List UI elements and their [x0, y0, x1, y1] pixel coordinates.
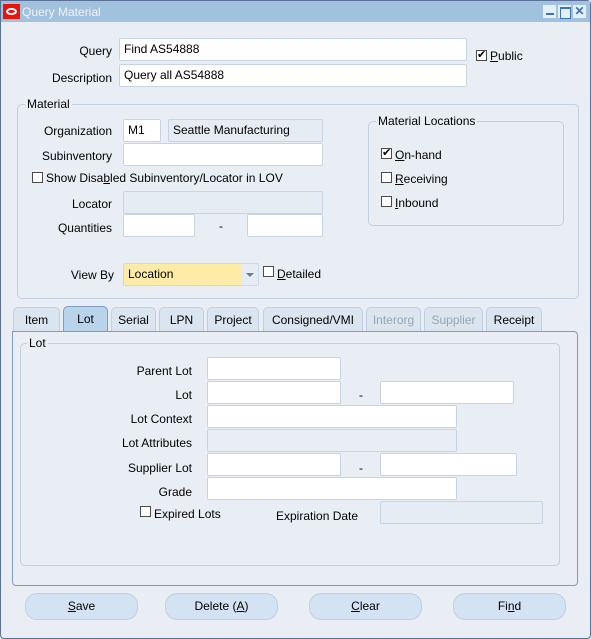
- lot-context-label: Lot Context: [130, 412, 192, 426]
- receiving-mnemonic: R: [395, 172, 404, 186]
- query-field[interactable]: Find AS54888: [119, 38, 467, 61]
- expiration-date-field: [380, 501, 543, 524]
- lot-from-field[interactable]: [207, 381, 341, 404]
- expiration-date-label: Expiration Date: [276, 509, 359, 523]
- find-button[interactable]: Find: [453, 593, 566, 620]
- tab-interorg: Interorg: [366, 307, 421, 331]
- query-material-window: Query Material ✕ Query Find AS54888 Publ…: [0, 0, 591, 639]
- supplier-lot-to-field[interactable]: [380, 453, 517, 476]
- receiving-checkbox[interactable]: [381, 172, 392, 183]
- quantities-to-field[interactable]: [247, 214, 323, 237]
- view-by-label: View By: [70, 268, 114, 282]
- parent-lot-label: Parent Lot: [136, 364, 192, 378]
- lot-range-dash: -: [359, 388, 363, 402]
- show-disabled-text-b: led Subinventory/Locator in LOV: [110, 171, 283, 185]
- view-by-select[interactable]: Location: [123, 263, 259, 286]
- supplier-lot-label: Supplier Lot: [127, 461, 192, 475]
- grade-label: Grade: [158, 485, 192, 499]
- lot-attributes-field[interactable]: [207, 429, 457, 452]
- find-label-b: d: [514, 599, 522, 613]
- minimize-icon[interactable]: [543, 5, 556, 18]
- description-label: Description: [51, 71, 112, 85]
- lot-label: Lot: [175, 388, 192, 402]
- quantities-label: Quantities: [57, 221, 112, 235]
- lot-attributes-label: Lot Attributes: [121, 436, 192, 450]
- receiving-label: Receiving: [395, 172, 448, 186]
- show-disabled-checkbox[interactable]: [32, 172, 43, 183]
- organization-label: Organization: [43, 124, 112, 138]
- detailed-checkbox[interactable]: [263, 266, 274, 277]
- locator-field: [123, 191, 323, 214]
- tab-receipt[interactable]: Receipt: [486, 307, 542, 331]
- on-hand-text: n-hand: [404, 148, 442, 162]
- delete-label-a: Delete (: [194, 599, 237, 613]
- locator-label: Locator: [71, 197, 112, 211]
- detailed-label: Detailed: [277, 267, 321, 281]
- on-hand-mnemonic: O: [395, 148, 405, 162]
- tab-supplier: Supplier: [424, 307, 483, 331]
- delete-label-b: ): [244, 599, 249, 613]
- query-label: Query: [79, 44, 112, 58]
- maximize-icon[interactable]: [558, 5, 571, 19]
- lot-group-title: Lot: [27, 336, 48, 350]
- supplier-lot-from-field[interactable]: [207, 453, 341, 476]
- save-button[interactable]: Save: [25, 593, 138, 620]
- chevron-down-icon[interactable]: [242, 264, 258, 285]
- tab-lot[interactable]: Lot: [63, 306, 108, 332]
- window-title: Query Material: [22, 5, 101, 19]
- parent-lot-field[interactable]: [207, 357, 341, 380]
- show-disabled-label: Show Disabled Subinventory/Locator in LO…: [46, 171, 283, 185]
- find-label-a: Fi: [497, 599, 508, 613]
- on-hand-label: On-hand: [395, 148, 442, 162]
- supplier-lot-range-dash: -: [359, 461, 363, 475]
- clear-label: lear: [359, 599, 380, 613]
- public-checkbox[interactable]: [476, 48, 487, 62]
- inbound-text: nbound: [398, 196, 439, 210]
- clear-button[interactable]: Clear: [309, 593, 422, 620]
- oracle-icon[interactable]: [3, 4, 20, 19]
- material-locations-title: Material Locations: [376, 114, 478, 128]
- receiving-text: eceiving: [403, 172, 448, 186]
- inbound-label: Inbound: [395, 196, 438, 210]
- expired-lots-checkbox[interactable]: [140, 506, 151, 517]
- expired-lots-label: Expired Lots: [154, 507, 221, 521]
- inbound-checkbox[interactable]: [381, 196, 392, 207]
- delete-button[interactable]: Delete (A): [165, 593, 278, 620]
- save-mnemonic: S: [67, 599, 76, 613]
- save-label: ave: [75, 599, 96, 613]
- tab-consigned-vmi[interactable]: Consigned/VMI: [263, 307, 363, 331]
- view-by-value: Location: [128, 267, 174, 281]
- lot-context-field[interactable]: [207, 405, 457, 428]
- find-mnemonic: n: [507, 599, 515, 613]
- public-label: Public: [490, 49, 523, 63]
- organization-code-field[interactable]: M1: [123, 119, 161, 142]
- detailed-mnemonic: D: [277, 267, 286, 281]
- tab-project[interactable]: Project: [207, 307, 259, 331]
- description-field[interactable]: Query all AS54888: [119, 64, 467, 87]
- public-mnemonic: P: [490, 49, 499, 63]
- tab-serial[interactable]: Serial: [111, 307, 156, 331]
- public-label-text: ublic: [498, 49, 523, 63]
- organization-name-field: Seattle Manufacturing: [168, 119, 323, 142]
- clear-mnemonic: C: [351, 599, 360, 613]
- delete-mnemonic: A: [236, 599, 245, 613]
- subinventory-field[interactable]: [123, 143, 323, 166]
- tab-item[interactable]: Item: [13, 307, 60, 331]
- close-icon[interactable]: ✕: [573, 5, 586, 18]
- subinventory-label: Subinventory: [41, 149, 112, 163]
- title-bar[interactable]: Query Material ✕: [1, 1, 590, 22]
- quantities-from-field[interactable]: [123, 214, 195, 237]
- lot-to-field[interactable]: [380, 381, 514, 404]
- quantities-range-dash: -: [219, 219, 223, 233]
- material-group-title: Material: [25, 97, 72, 111]
- tab-lpn[interactable]: LPN: [159, 307, 204, 331]
- on-hand-checkbox[interactable]: [381, 146, 392, 160]
- detailed-label-text: etailed: [285, 267, 322, 281]
- grade-field[interactable]: [207, 477, 457, 500]
- show-disabled-text-a: Show Disa: [46, 171, 104, 185]
